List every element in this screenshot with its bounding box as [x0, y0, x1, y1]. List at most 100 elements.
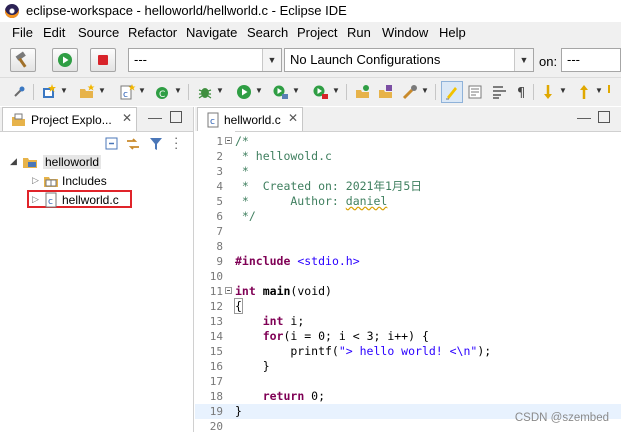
- chevron-down-icon[interactable]: ▼: [98, 86, 106, 95]
- launch-config-combo[interactable]: No Launch Configurations ▼: [284, 48, 534, 72]
- fold-minus-icon[interactable]: [225, 287, 232, 294]
- menu-edit[interactable]: Edit: [43, 25, 65, 40]
- new-icon[interactable]: [40, 83, 58, 101]
- launch-mode-combo[interactable]: --- ▼: [128, 48, 282, 72]
- code-line[interactable]: 18 return 0;: [195, 389, 621, 404]
- menu-help[interactable]: Help: [439, 25, 466, 40]
- maximize-icon[interactable]: [170, 111, 182, 123]
- new-c-file-icon[interactable]: c: [118, 83, 136, 101]
- svg-text:c: c: [123, 90, 128, 100]
- toolbar-separator: [188, 84, 189, 100]
- chevron-down-icon[interactable]: ▼: [559, 86, 567, 95]
- close-icon[interactable]: ✕: [122, 111, 132, 125]
- show-whitespace-icon[interactable]: ¶: [513, 83, 531, 101]
- chevron-down-icon[interactable]: ▼: [421, 86, 429, 95]
- menu-refactor[interactable]: Refactor: [128, 25, 177, 40]
- filter-icon[interactable]: [148, 136, 164, 152]
- chevron-down-icon[interactable]: ▼: [332, 86, 340, 95]
- debug-icon[interactable]: [196, 83, 214, 101]
- chevron-down-icon[interactable]: ▼: [292, 86, 300, 95]
- launch-target-combo[interactable]: ---: [561, 48, 621, 72]
- launch-run-button[interactable]: [52, 48, 78, 72]
- code-line[interactable]: 13 int i;: [195, 314, 621, 329]
- code-line[interactable]: 16 }: [195, 359, 621, 374]
- line-number: 5: [216, 195, 223, 208]
- last-edit-location-icon[interactable]: [605, 83, 621, 101]
- code-line[interactable]: 1 /*: [195, 134, 621, 149]
- menu-source[interactable]: Source: [78, 25, 119, 40]
- link-with-editor-icon[interactable]: [125, 136, 141, 152]
- search-tools-icon[interactable]: [401, 83, 419, 101]
- code-text-area[interactable]: 1/* 2 * hellowold.c 3 * 4 * Created on: 202…: [195, 134, 621, 433]
- line-number: 12: [209, 300, 223, 313]
- toggle-word-wrap-icon[interactable]: [491, 83, 509, 101]
- code-text: * hellowold.c: [235, 149, 332, 163]
- toggle-block-selection-icon[interactable]: [467, 83, 485, 101]
- code-line[interactable]: 10: [195, 269, 621, 284]
- fold-minus-icon[interactable]: [225, 137, 232, 144]
- chevron-down-icon[interactable]: ▼: [514, 49, 533, 71]
- code-line[interactable]: 4 * Created on: 2021年1月5日: [195, 179, 621, 194]
- chevron-down-icon[interactable]: ▼: [174, 86, 182, 95]
- toggle-mark-occurrences-button[interactable]: [441, 81, 463, 103]
- launch-mode-value: ---: [134, 52, 147, 67]
- previous-annotation-icon[interactable]: [575, 83, 593, 101]
- code-line[interactable]: 14 for(i = 0; i < 3; i++) {: [195, 329, 621, 344]
- code-line[interactable]: 2 * hellowold.c: [195, 149, 621, 164]
- close-icon[interactable]: ✕: [288, 111, 298, 125]
- run-icon: [58, 53, 72, 67]
- build-button[interactable]: [10, 48, 36, 72]
- minimize-icon[interactable]: —: [148, 109, 162, 125]
- svg-text:c: c: [48, 197, 53, 207]
- run-configurations-icon[interactable]: [272, 83, 290, 101]
- collapse-arrow-icon[interactable]: ▷: [32, 175, 39, 186]
- menu-file[interactable]: File: [12, 25, 33, 40]
- code-text: int i;: [262, 314, 305, 328]
- menu-search[interactable]: Search: [247, 25, 288, 40]
- expand-arrow-icon[interactable]: ◢: [10, 156, 17, 167]
- tab-project-explorer[interactable]: Project Explo... ✕: [2, 107, 137, 131]
- launch-target-label: on:: [539, 54, 558, 69]
- view-menu-icon[interactable]: · · ·: [174, 131, 178, 154]
- code-text: */: [235, 209, 256, 223]
- code-line[interactable]: 6 */: [195, 209, 621, 224]
- code-text: for(i = 0; i < 3; i++) {: [262, 329, 429, 343]
- collapse-arrow-icon[interactable]: ▷: [32, 194, 39, 205]
- code-line[interactable]: 5 * Author: daniel: [195, 194, 621, 209]
- code-line[interactable]: 8: [195, 239, 621, 254]
- code-line[interactable]: 12 {: [195, 298, 621, 314]
- run-icon[interactable]: [235, 83, 253, 101]
- menu-window[interactable]: Window: [382, 25, 428, 40]
- code-line[interactable]: 9 #include <stdio.h>: [195, 254, 621, 269]
- menu-project[interactable]: Project: [297, 25, 337, 40]
- collapse-all-icon[interactable]: [104, 136, 120, 152]
- new-folder-icon[interactable]: [78, 83, 96, 101]
- pin-icon[interactable]: [10, 83, 28, 101]
- chevron-down-icon[interactable]: ▼: [255, 86, 263, 95]
- open-element-icon[interactable]: [377, 83, 395, 101]
- open-type-icon[interactable]: [354, 83, 372, 101]
- tab-hellworld-c[interactable]: c hellworld.c ✕: [197, 107, 303, 131]
- menu-navigate[interactable]: Navigate: [186, 25, 237, 40]
- chevron-down-icon[interactable]: ▼: [262, 49, 281, 71]
- launch-stop-button[interactable]: [90, 48, 116, 72]
- chevron-down-icon[interactable]: ▼: [595, 86, 603, 95]
- code-line[interactable]: 11 int main(void): [195, 284, 621, 299]
- minimize-icon[interactable]: —: [577, 109, 591, 125]
- external-tools-icon[interactable]: [312, 83, 330, 101]
- c-file-icon: c: [45, 192, 57, 208]
- chevron-down-icon[interactable]: ▼: [60, 86, 68, 95]
- next-annotation-icon[interactable]: [539, 83, 557, 101]
- code-line[interactable]: 15 printf("> hello world! <\n");: [195, 344, 621, 359]
- new-class-icon[interactable]: C: [154, 83, 172, 101]
- maximize-icon[interactable]: [598, 111, 610, 123]
- code-line[interactable]: 3 *: [195, 164, 621, 179]
- tab-project-explorer-label: Project Explo...: [31, 113, 112, 127]
- highlighter-icon: [446, 87, 457, 100]
- svg-text:¶: ¶: [517, 86, 525, 101]
- chevron-down-icon[interactable]: ▼: [216, 86, 224, 95]
- menu-run[interactable]: Run: [347, 25, 371, 40]
- code-line[interactable]: 7: [195, 224, 621, 239]
- chevron-down-icon[interactable]: ▼: [138, 86, 146, 95]
- code-line[interactable]: 17: [195, 374, 621, 389]
